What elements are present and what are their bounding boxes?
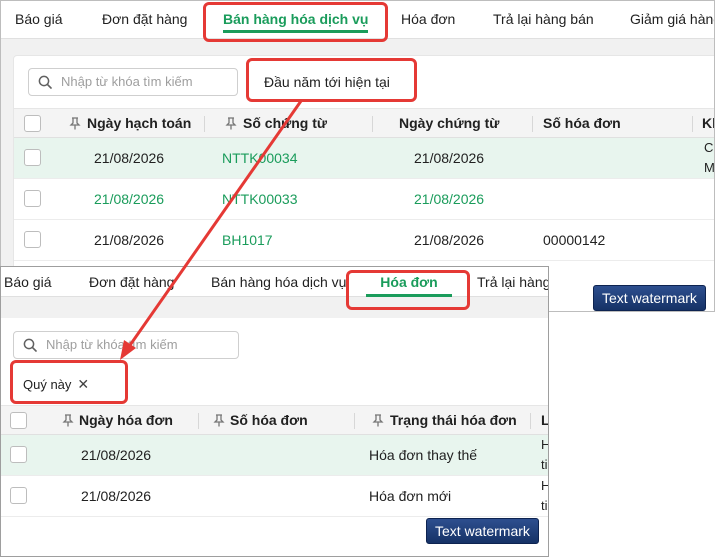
- cell-ngay-chung-tu: 21/08/2026: [414, 150, 485, 166]
- cell-khach-hang: M: [704, 160, 715, 175]
- watermark-badge: Text watermark: [426, 518, 539, 544]
- cell-ngay-hach-toan: 21/08/2026: [94, 232, 165, 248]
- cell-loai: ti: [541, 457, 548, 472]
- cell-khach-hang: CÔ: [704, 140, 714, 155]
- column-header-ngay-chung-tu[interactable]: Ngày chứng từ: [399, 109, 499, 138]
- period-filter-callout: [246, 58, 417, 102]
- active-tab-callout: [203, 2, 388, 42]
- column-divider[interactable]: [530, 413, 531, 429]
- watermark-badge: Text watermark: [593, 285, 706, 311]
- column-divider[interactable]: [354, 413, 355, 429]
- search-icon: [38, 75, 52, 89]
- column-header-loai[interactable]: L: [541, 406, 548, 435]
- search-icon: [23, 338, 37, 352]
- search-input[interactable]: Nhập từ khóa tìm kiếm: [13, 331, 239, 359]
- tab-hoa-don[interactable]: Hóa đơn: [401, 1, 455, 39]
- column-divider[interactable]: [204, 116, 205, 132]
- select-all-checkbox[interactable]: [10, 412, 27, 429]
- cell-trang-thai-hoa-don: Hóa đơn mới: [369, 488, 452, 504]
- table-header: Ngày hóa đơn Số hóa đơn Trạng thái hóa đ…: [1, 405, 548, 435]
- table-row[interactable]: 21/08/2026 Hóa đơn thay thế H ti: [1, 435, 548, 476]
- row-checkbox[interactable]: [24, 231, 41, 248]
- cell-ngay-hach-toan: 21/08/2026: [94, 150, 165, 166]
- cell-ngay-hoa-don: 21/08/2026: [81, 447, 152, 463]
- column-header-so-chung-tu[interactable]: Số chứng từ: [243, 109, 327, 138]
- column-divider[interactable]: [198, 413, 199, 429]
- cell-loai: H: [541, 476, 548, 496]
- tab-ban-hang-hoa-dich-vu[interactable]: Bán hàng hóa dịch vụ: [211, 267, 346, 297]
- column-divider[interactable]: [372, 116, 373, 132]
- column-header-khach-hang[interactable]: Kh: [702, 109, 714, 138]
- column-header-so-hoa-don[interactable]: Số hóa đơn: [543, 109, 621, 138]
- search-input[interactable]: Nhập từ khóa tìm kiếm: [28, 68, 238, 96]
- tab-bao-gia[interactable]: Báo giá: [15, 1, 62, 39]
- column-divider[interactable]: [532, 116, 533, 132]
- row-checkbox[interactable]: [24, 190, 41, 207]
- invoice-window: Báo giá Đơn đặt hàng Bán hàng hóa dịch v…: [0, 266, 549, 557]
- cell-loai: H: [541, 435, 548, 455]
- cell-trang-thai-hoa-don: Hóa đơn thay thế: [369, 447, 478, 463]
- column-header-ngay-hoa-don[interactable]: Ngày hóa đơn: [79, 406, 173, 435]
- tab-giam-gia-hang[interactable]: Giảm giá hàng: [630, 1, 714, 39]
- pin-icon[interactable]: [69, 117, 81, 130]
- tab-bao-gia[interactable]: Báo giá: [4, 267, 51, 297]
- search-placeholder: Nhập từ khóa tìm kiếm: [61, 74, 193, 89]
- column-header-trang-thai-hoa-don[interactable]: Trạng thái hóa đơn: [390, 406, 517, 435]
- cell-ngay-chung-tu: 21/08/2026: [414, 232, 485, 248]
- table-row[interactable]: 21/08/2026 BH1017 21/08/2026 00000142: [14, 220, 714, 261]
- pin-icon[interactable]: [62, 414, 74, 427]
- select-all-checkbox[interactable]: [24, 115, 41, 132]
- column-header-ngay-hach-toan[interactable]: Ngày hạch toán: [87, 109, 191, 138]
- cell-so-chung-tu-link[interactable]: NTTK00033: [222, 179, 297, 219]
- row-checkbox[interactable]: [10, 487, 27, 504]
- table-row[interactable]: 21/08/2026 NTTK00034 21/08/2026 CÔ M: [14, 138, 715, 179]
- pin-icon[interactable]: [372, 414, 384, 427]
- column-header-so-hoa-don[interactable]: Số hóa đơn: [230, 406, 308, 435]
- table-row[interactable]: 21/08/2026 Hóa đơn mới H ti: [1, 476, 548, 517]
- tab-don-dat-hang[interactable]: Đơn đặt hàng: [89, 267, 174, 297]
- search-placeholder: Nhập từ khóa tìm kiếm: [46, 337, 178, 352]
- cell-so-hoa-don: 00000142: [543, 232, 606, 248]
- active-tab-callout: [346, 270, 470, 310]
- cell-ngay-chung-tu: 21/08/2026: [414, 191, 485, 207]
- table-row[interactable]: 21/08/2026 NTTK00033 21/08/2026: [14, 179, 714, 220]
- table-header: Ngày hạch toán Số chứng từ Ngày chứng từ…: [14, 108, 714, 138]
- row-checkbox[interactable]: [10, 446, 27, 463]
- column-divider[interactable]: [692, 116, 693, 132]
- tab-don-dat-hang[interactable]: Đơn đặt hàng: [102, 1, 187, 39]
- row-checkbox[interactable]: [24, 149, 41, 166]
- pin-icon[interactable]: [225, 117, 237, 130]
- cell-so-chung-tu-link[interactable]: BH1017: [222, 220, 273, 260]
- pin-icon[interactable]: [213, 414, 225, 427]
- cell-ngay-hoa-don: 21/08/2026: [81, 488, 152, 504]
- cell-so-chung-tu-link[interactable]: NTTK00034: [222, 138, 297, 178]
- cell-ngay-hach-toan: 21/08/2026: [94, 191, 165, 207]
- tab-tra-lai-hang-ban[interactable]: Trả lại hàng bán: [493, 1, 594, 39]
- filter-chip-callout: [10, 360, 128, 404]
- tab-tra-lai-hang[interactable]: Trả lại hàng: [477, 267, 548, 297]
- cell-loai: ti: [541, 498, 548, 513]
